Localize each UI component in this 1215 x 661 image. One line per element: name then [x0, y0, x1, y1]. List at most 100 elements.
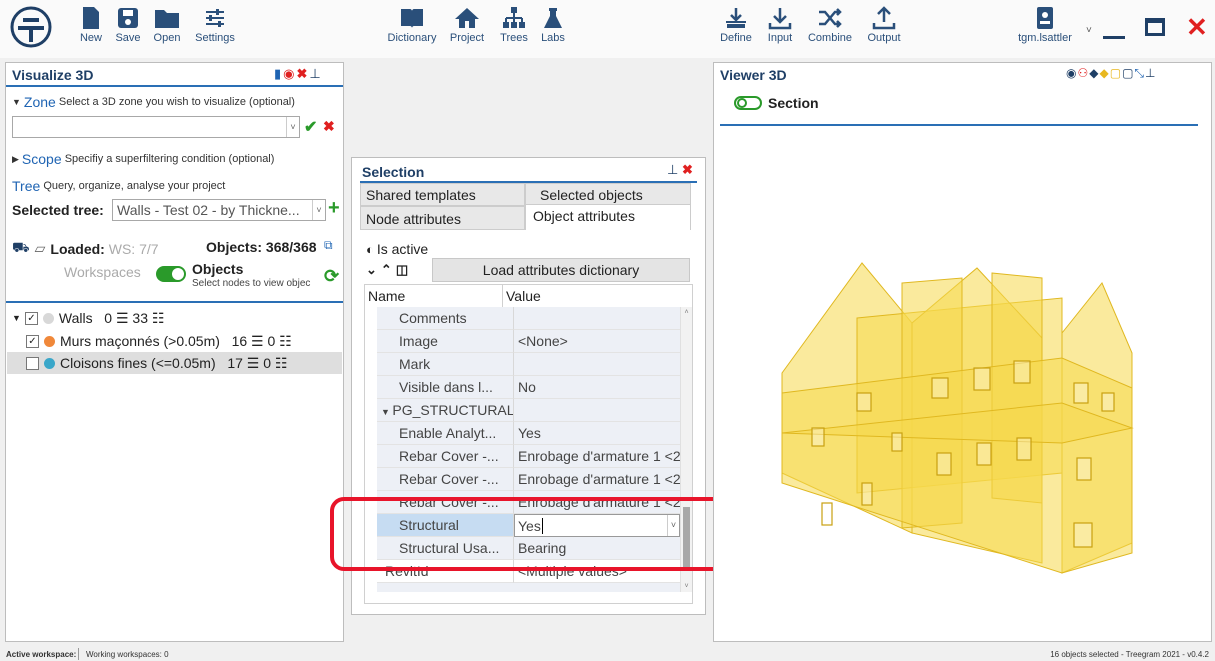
- grid-row[interactable]: Rebar Cover -... Enrobage d'armature 1 <2: [377, 468, 680, 491]
- expand-down-icon[interactable]: ▼: [381, 407, 392, 417]
- tab-node-attributes[interactable]: Node attributes: [360, 206, 525, 230]
- visualize-panel: Visualize 3D ▮◉✖⊥ ▼ Zone Select a 3D zon…: [5, 62, 344, 642]
- tab-object-attributes[interactable]: Object attributes: [525, 204, 691, 230]
- grid-row[interactable]: Visible dans l... No: [377, 376, 680, 399]
- define-icon: [726, 8, 746, 28]
- pin-icon[interactable]: ⊥: [667, 162, 678, 177]
- input-button[interactable]: Input: [762, 6, 798, 52]
- zone-label: Zone: [23, 94, 56, 110]
- selected-tree-value: Walls - Test 02 - by Thickne...: [117, 202, 300, 218]
- checkbox[interactable]: ✓: [26, 334, 39, 348]
- define-button[interactable]: Define: [716, 6, 756, 52]
- output-label: Output: [867, 32, 901, 44]
- labs-button[interactable]: Labs: [538, 6, 568, 52]
- grid-row[interactable]: Comments: [377, 307, 680, 330]
- workspaces-label: Workspaces: [64, 264, 141, 280]
- close-icon[interactable]: ✖: [297, 66, 310, 81]
- output-button[interactable]: Output: [862, 6, 906, 52]
- tree-node-label: Murs maçonnés (>0.05m): [60, 333, 220, 349]
- grid-row[interactable]: Rebar Cover -... Enrobage d'armature 1 <2: [377, 445, 680, 468]
- objects-toggle-label: Objects: [192, 261, 244, 277]
- close-app-button[interactable]: ✕: [1186, 14, 1210, 40]
- grid-row[interactable]: Image <None>: [377, 330, 680, 353]
- combine-button[interactable]: Combine: [804, 6, 856, 52]
- section-label: Section: [768, 95, 819, 111]
- fullscreen-icon[interactable]: ⤡: [1134, 66, 1145, 80]
- tab-shared-templates[interactable]: Shared templates: [360, 183, 525, 206]
- checkbox[interactable]: ✓: [24, 311, 38, 325]
- tab-selected-objects[interactable]: Selected objects: [525, 183, 691, 206]
- main-toolbar: New Save Open Settings Dictionary Projec…: [0, 0, 1215, 58]
- minimize-button[interactable]: [1103, 36, 1125, 39]
- tab-label: Selected objects: [540, 187, 643, 203]
- active-workspace-label: Active workspace:: [6, 650, 77, 659]
- title-divider: [6, 85, 343, 87]
- tree-node-murs[interactable]: ✓ Murs maçonnés (>0.05m) 16 ☰ 0 ☷: [26, 331, 338, 351]
- expand-all-icon[interactable]: ⌃: [381, 262, 396, 277]
- link-icon[interactable]: ⧉: [324, 238, 333, 253]
- tab-label: Shared templates: [366, 187, 476, 203]
- eraser-icon[interactable]: ▱: [35, 240, 46, 257]
- hierarchy-icon: [503, 7, 525, 28]
- user-dropdown-icon[interactable]: ˅: [1086, 25, 1096, 36]
- collapse-all-icon[interactable]: ⌄: [366, 262, 381, 277]
- fit-icon[interactable]: ▢: [1122, 66, 1134, 80]
- open-button[interactable]: Open: [150, 6, 184, 52]
- trees-label: Trees: [500, 32, 528, 44]
- clear-x-icon[interactable]: ✖: [323, 118, 335, 135]
- toggle-icon[interactable]: ◐: [366, 242, 374, 257]
- grid-category-row[interactable]: ▼ PG_STRUCTURAL: [377, 399, 680, 422]
- tree-node-cloisons[interactable]: Cloisons fines (<=0.05m) 17 ☰ 0 ☷: [7, 352, 342, 374]
- frame-icon[interactable]: ▢: [1110, 66, 1122, 80]
- new-button[interactable]: New: [76, 6, 106, 52]
- project-label: Project: [449, 32, 485, 44]
- grid-row[interactable]: Enable Analyt... Yes: [377, 422, 680, 445]
- input-label: Input: [767, 32, 793, 44]
- cart-icon[interactable]: ⛟: [12, 239, 30, 258]
- save-button[interactable]: Save: [113, 6, 143, 52]
- section-toggle-switch[interactable]: [734, 96, 762, 110]
- columns-icon[interactable]: ◫: [396, 262, 412, 277]
- expand-down-icon[interactable]: ▼: [12, 313, 21, 323]
- app-logo: [10, 6, 52, 48]
- status-bar: Active workspace: Working workspaces: 0 …: [0, 648, 1215, 661]
- bookmark-icon[interactable]: ▮: [274, 66, 283, 81]
- dictionary-button[interactable]: Dictionary: [384, 6, 440, 52]
- scope-header[interactable]: ▶ Scope Specifiy a superfiltering condit…: [12, 151, 274, 167]
- settings-button[interactable]: Settings: [192, 6, 238, 52]
- cube-icon[interactable]: ◆: [1089, 66, 1099, 80]
- cube-color-icon[interactable]: ◆: [1099, 66, 1109, 80]
- tree-node-walls[interactable]: ▼ ✓ Walls 0 ☰ 33 ☷: [12, 308, 337, 328]
- close-icon[interactable]: ✖: [682, 162, 693, 177]
- eye-icon[interactable]: ◉: [283, 66, 296, 81]
- transparency-icon[interactable]: ⚇: [1077, 66, 1089, 80]
- user-button[interactable]: tgm.lsattler: [1012, 6, 1078, 52]
- project-button[interactable]: Project: [446, 6, 488, 52]
- zone-select[interactable]: ˅: [12, 116, 300, 138]
- confirm-check-icon[interactable]: ✔: [304, 117, 317, 137]
- selected-tree-select[interactable]: Walls - Test 02 - by Thickne... ˅: [112, 199, 326, 221]
- new-file-icon: [83, 7, 99, 29]
- refresh-icon[interactable]: ⟳: [324, 266, 339, 287]
- maximize-button[interactable]: [1145, 18, 1165, 36]
- pin-icon[interactable]: ⊥: [1145, 66, 1156, 80]
- chevron-down-icon[interactable]: ˅: [286, 117, 299, 137]
- expand-down-icon: ▼: [12, 97, 21, 107]
- zone-header[interactable]: ▼ Zone Select a 3D zone you wish to visu…: [12, 94, 295, 110]
- book-icon: [401, 9, 423, 28]
- working-workspaces-label: Working workspaces: 0: [86, 650, 169, 659]
- selection-title: Selection: [362, 164, 425, 180]
- pin-icon[interactable]: ⊥: [309, 66, 322, 81]
- chevron-down-icon[interactable]: ˅: [312, 200, 325, 220]
- trees-button[interactable]: Trees: [496, 6, 532, 52]
- objects-toggle[interactable]: [156, 266, 186, 282]
- load-dictionary-button[interactable]: Load attributes dictionary: [432, 258, 690, 282]
- color-dot: [44, 335, 55, 347]
- tree-node-label: Cloisons fines (<=0.05m): [60, 355, 216, 371]
- eye-icon[interactable]: ◉: [1066, 66, 1077, 80]
- add-tree-icon[interactable]: +: [328, 197, 340, 220]
- is-active-row[interactable]: ◐ Is active: [366, 241, 428, 257]
- grid-row[interactable]: Mark: [377, 353, 680, 376]
- section-toggle[interactable]: Section: [734, 95, 819, 111]
- checkbox[interactable]: [26, 356, 39, 370]
